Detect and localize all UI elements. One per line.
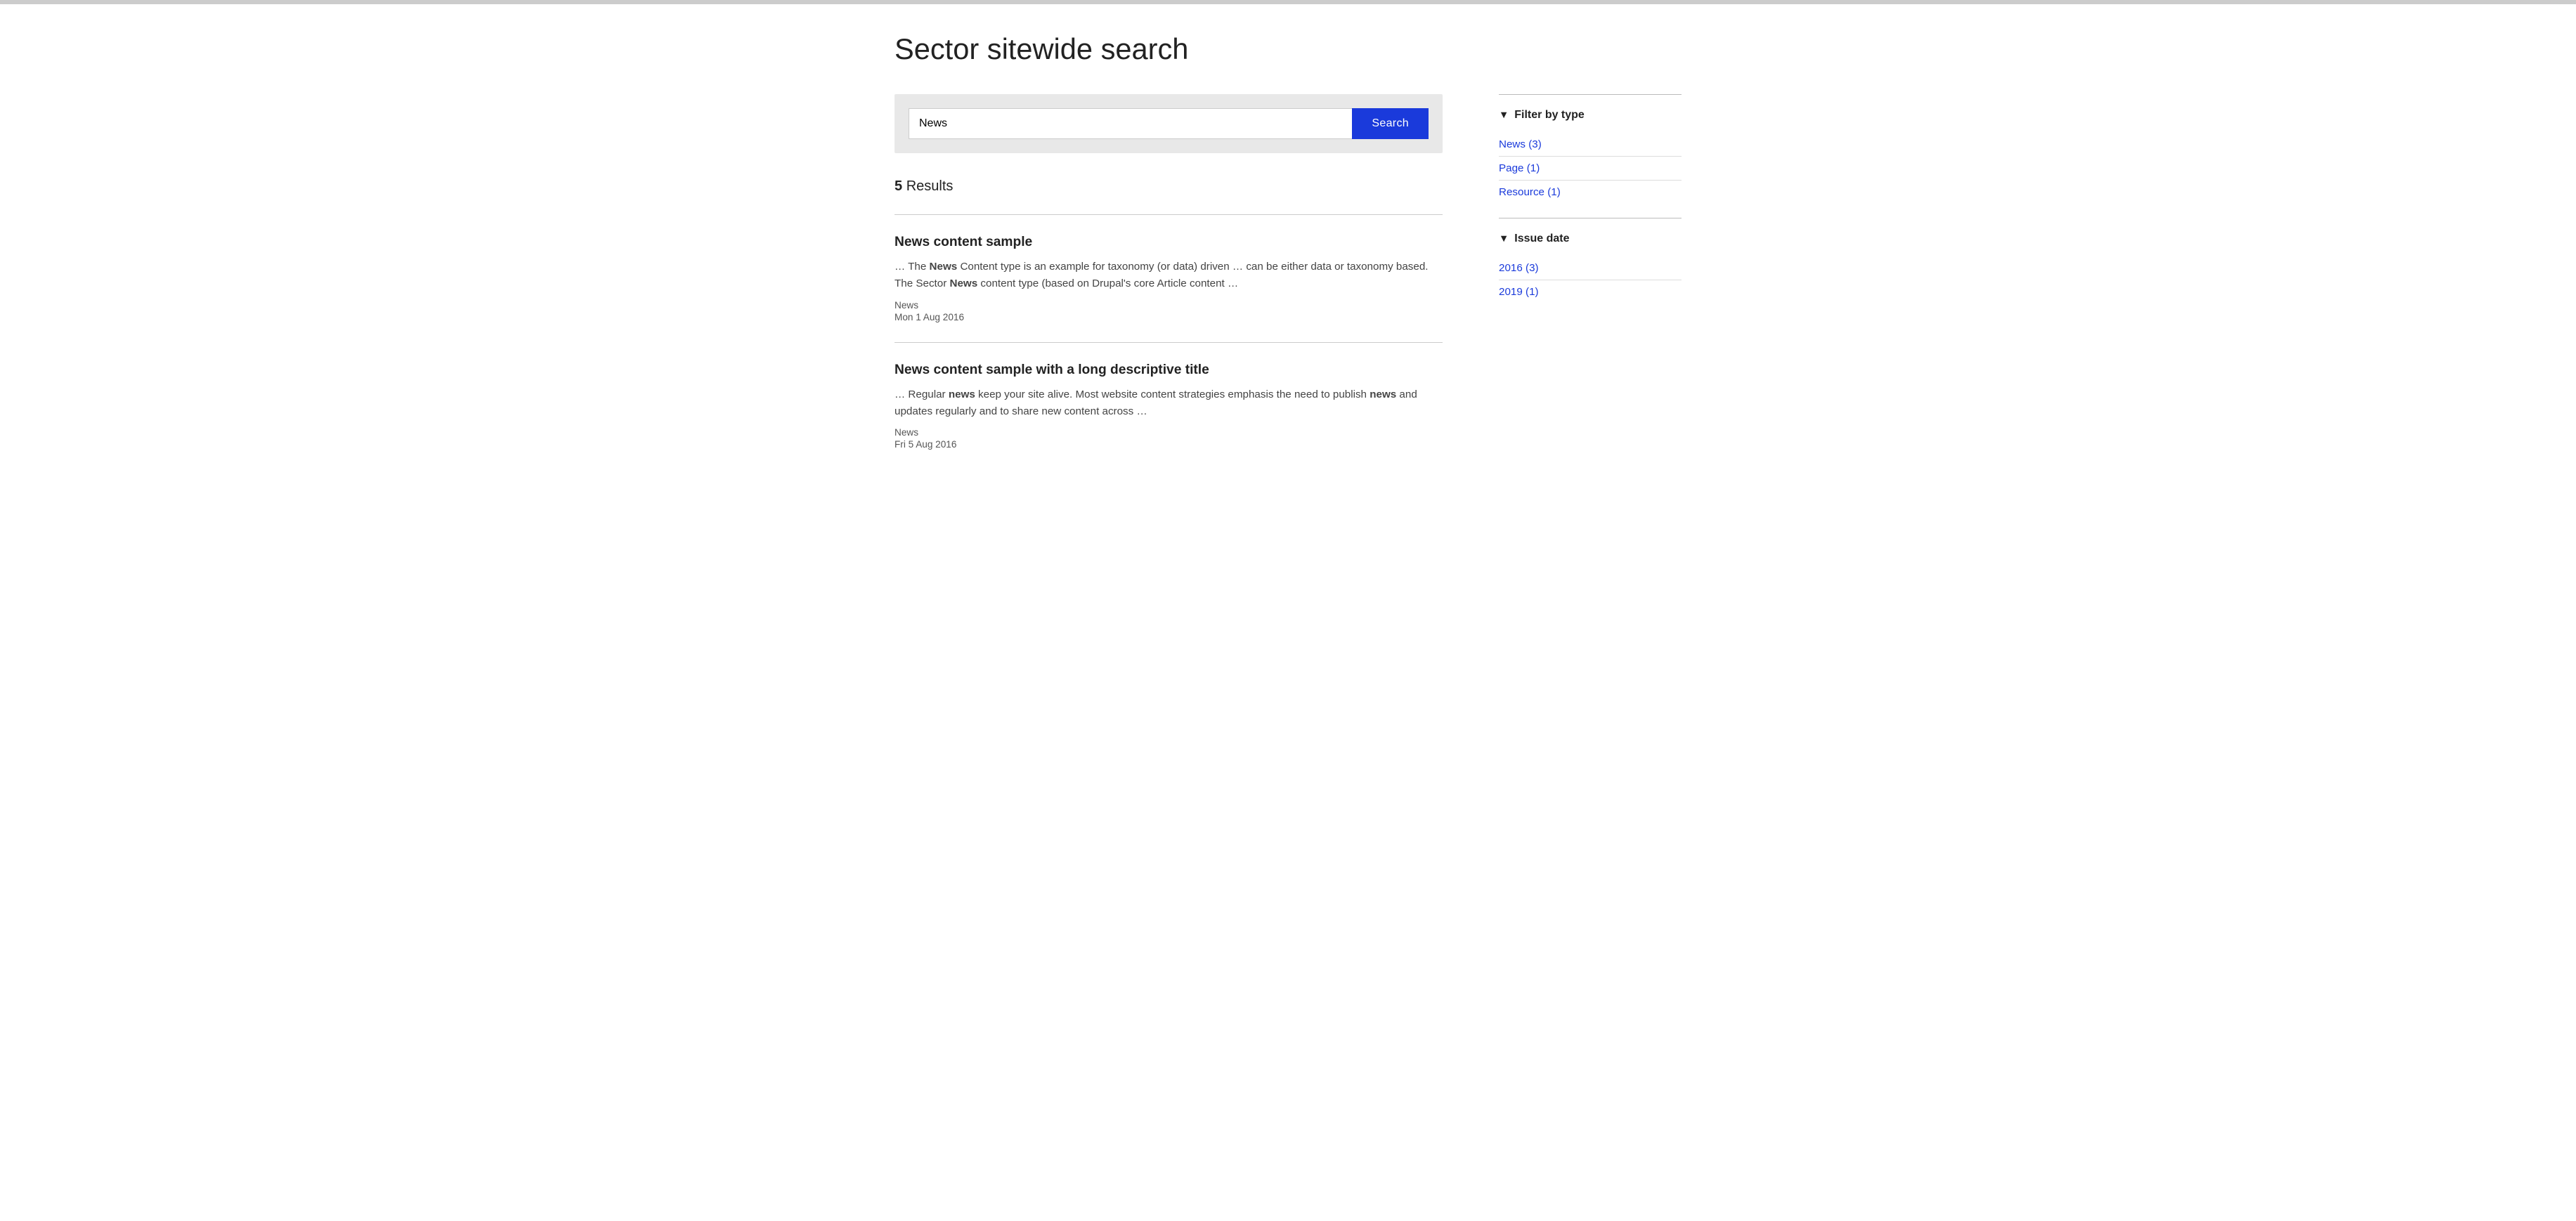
main-content: News Search 5 Results News content sampl… <box>895 94 1443 450</box>
filter-icon: ▼ <box>1499 110 1509 121</box>
page-wrapper: Sector sitewide search News Search 5 Res… <box>866 4 1710 492</box>
filter-icon-date: ▼ <box>1499 233 1509 244</box>
excerpt-before: … Regular <box>895 388 949 400</box>
sidebar-top-divider <box>1499 94 1681 95</box>
filter-by-type-heading: ▼ Filter by type <box>1499 109 1681 122</box>
sidebar: ▼ Filter by type News (3) Page (1) Resou… <box>1499 94 1681 450</box>
result-divider-2 <box>895 342 1443 343</box>
result-date: Mon 1 Aug 2016 <box>895 312 1443 322</box>
excerpt-after2: content type (based on Drupal's core Art… <box>977 278 1238 289</box>
result-date: Fri 5 Aug 2016 <box>895 439 1443 450</box>
result-excerpt: … The News Content type is an example fo… <box>895 259 1443 293</box>
results-label: Results <box>906 178 954 194</box>
results-count: 5 Results <box>895 178 1443 195</box>
result-title-link[interactable]: News content sample <box>895 235 1032 249</box>
search-input[interactable]: News <box>909 108 1352 139</box>
filter-link-2019[interactable]: 2019 (1) <box>1499 280 1681 303</box>
result-item: News content sample … The News Content t… <box>895 235 1443 322</box>
results-number: 5 <box>895 178 902 194</box>
search-button[interactable]: Search <box>1352 108 1429 139</box>
filter-link-resource[interactable]: Resource (1) <box>1499 181 1681 204</box>
search-bar-inner: News Search <box>909 108 1429 139</box>
excerpt-after1: keep your site alive. Most website conte… <box>975 388 1370 400</box>
excerpt-before: … The <box>895 261 930 273</box>
filter-link-news[interactable]: News (3) <box>1499 133 1681 157</box>
result-item: News content sample with a long descript… <box>895 363 1443 450</box>
result-title-link[interactable]: News content sample with a long descript… <box>895 363 1209 377</box>
result-title: News content sample with a long descript… <box>895 363 1443 378</box>
result-excerpt: … Regular news keep your site alive. Mos… <box>895 386 1443 421</box>
filter-by-type-label: Filter by type <box>1514 109 1585 122</box>
excerpt-bold1: News <box>930 261 958 273</box>
filter-link-2016[interactable]: 2016 (3) <box>1499 256 1681 280</box>
search-bar-wrapper: News Search <box>895 94 1443 153</box>
issue-date-section: ▼ Issue date 2016 (3) 2019 (1) <box>1499 233 1681 303</box>
result-title: News content sample <box>895 235 1443 250</box>
filter-link-page[interactable]: Page (1) <box>1499 157 1681 181</box>
issue-date-heading: ▼ Issue date <box>1499 233 1681 245</box>
excerpt-bold2: news <box>1370 388 1396 400</box>
page-title: Sector sitewide search <box>895 32 1681 66</box>
results-divider <box>895 214 1443 215</box>
excerpt-bold1: news <box>949 388 975 400</box>
excerpt-bold2: News <box>950 278 978 289</box>
content-layout: News Search 5 Results News content sampl… <box>895 94 1681 450</box>
issue-date-label: Issue date <box>1514 233 1569 245</box>
filter-by-type-section: ▼ Filter by type News (3) Page (1) Resou… <box>1499 109 1681 204</box>
result-type: News <box>895 300 1443 311</box>
result-type: News <box>895 427 1443 438</box>
